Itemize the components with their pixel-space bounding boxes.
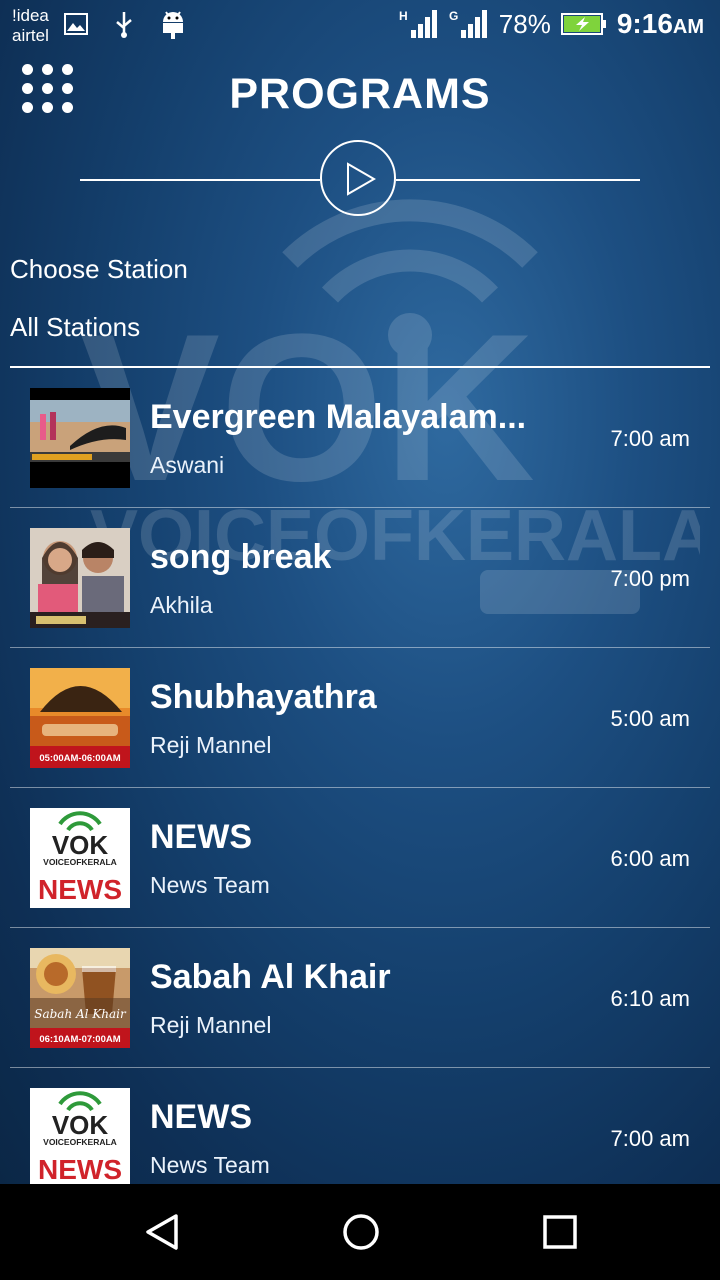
program-title: Shubhayathra [150, 678, 377, 716]
status-clock: 9:16AM [617, 8, 704, 40]
status-bar: !idea airtel H G 78% 9:16AM [0, 0, 720, 50]
programs-screen: VOK VOICEOFKERALA !idea airtel H G 78% 9… [0, 0, 720, 1184]
player-line-left [80, 179, 320, 181]
program-host: News Team [150, 872, 270, 898]
recents-icon[interactable] [540, 1212, 580, 1252]
program-title: song break [150, 538, 332, 576]
program-row[interactable]: song break Akhila 7:00 pm [10, 508, 710, 648]
program-row[interactable]: Evergreen Malayalam... Aswani 7:00 am [10, 368, 710, 508]
navigation-bar [0, 1184, 720, 1280]
thumb-sabah-label: Sabah Al Khair [34, 1007, 127, 1021]
carrier-name: !idea airtel [12, 6, 49, 46]
usb-icon [116, 12, 132, 38]
signal-g-icon: G [449, 9, 487, 38]
program-host: Reji Mannel [150, 1012, 272, 1038]
program-row[interactable]: Sabah Al Khair 06:10AM-07:00AM Sabah Al … [10, 928, 710, 1068]
program-row[interactable]: 05:00AM-06:00AM Shubhayathra Reji Mannel… [10, 648, 710, 788]
program-time: 6:10 am [610, 986, 691, 1011]
program-time: 6:00 am [610, 846, 691, 871]
carrier-line-1: !idea [12, 6, 49, 25]
program-thumbnail: VOK VOICEOFKERALA NEWS [30, 1088, 130, 1184]
network-type-2: G [449, 9, 458, 23]
signal-h-icon: H [399, 9, 437, 38]
vok-sub-text: VOICEOFKERALA [43, 1137, 117, 1147]
home-icon[interactable] [341, 1212, 381, 1252]
program-thumbnail [30, 388, 130, 488]
program-host: Akhila [150, 592, 213, 618]
program-title: Sabah Al Khair [150, 958, 391, 996]
program-thumbnail: Sabah Al Khair 06:10AM-07:00AM [30, 948, 130, 1048]
player-line-right [396, 179, 640, 181]
program-host: News Team [150, 1152, 270, 1178]
clock-ampm: AM [672, 16, 704, 38]
choose-station-label: Choose Station [10, 254, 188, 284]
program-host: Reji Mannel [150, 732, 272, 758]
program-title: NEWS [150, 1098, 252, 1136]
program-title: Evergreen Malayalam... [150, 398, 527, 436]
program-time: 7:00 am [610, 426, 691, 451]
play-button[interactable] [320, 140, 396, 216]
vok-sub-text: VOICEOFKERALA [43, 857, 117, 867]
gallery-icon [64, 13, 88, 35]
program-row[interactable]: VOK VOICEOFKERALA NEWS NEWS News Team 6:… [10, 788, 710, 928]
program-host: Aswani [150, 452, 225, 478]
news-word: NEWS [38, 1154, 122, 1184]
program-thumbnail [30, 528, 130, 628]
battery-percent: 78% [498, 8, 551, 39]
program-thumbnail: VOK VOICEOFKERALA NEWS [30, 808, 130, 908]
thumb-time-label: 06:10AM-07:00AM [39, 1034, 120, 1045]
station-selector[interactable]: All Stations [10, 312, 140, 343]
program-time: 5:00 am [610, 706, 691, 731]
back-icon[interactable] [142, 1212, 182, 1252]
program-list[interactable]: Evergreen Malayalam... Aswani 7:00 am so… [10, 368, 710, 1184]
clock-time: 9:16 [616, 8, 673, 39]
vok-logo-text: VOK [52, 830, 109, 860]
android-debug-icon [163, 11, 183, 39]
status-right: H G 78% 9:16AM [399, 8, 704, 40]
play-icon [347, 162, 377, 196]
program-row[interactable]: VOK VOICEOFKERALA NEWS NEWS News Team 7:… [10, 1068, 710, 1184]
network-type-1: H [399, 9, 408, 23]
program-thumbnail: 05:00AM-06:00AM [30, 668, 130, 768]
program-time: 7:00 am [610, 1126, 691, 1151]
news-word: NEWS [38, 874, 122, 905]
vok-logo-text: VOK [52, 1110, 109, 1140]
program-title: NEWS [150, 818, 252, 856]
carrier-line-2: airtel [12, 26, 49, 45]
page-title: PROGRAMS [229, 70, 491, 118]
program-time: 7:00 pm [610, 566, 691, 591]
thumb-time-label: 05:00AM-06:00AM [39, 753, 120, 764]
battery-charging-icon [560, 13, 606, 35]
